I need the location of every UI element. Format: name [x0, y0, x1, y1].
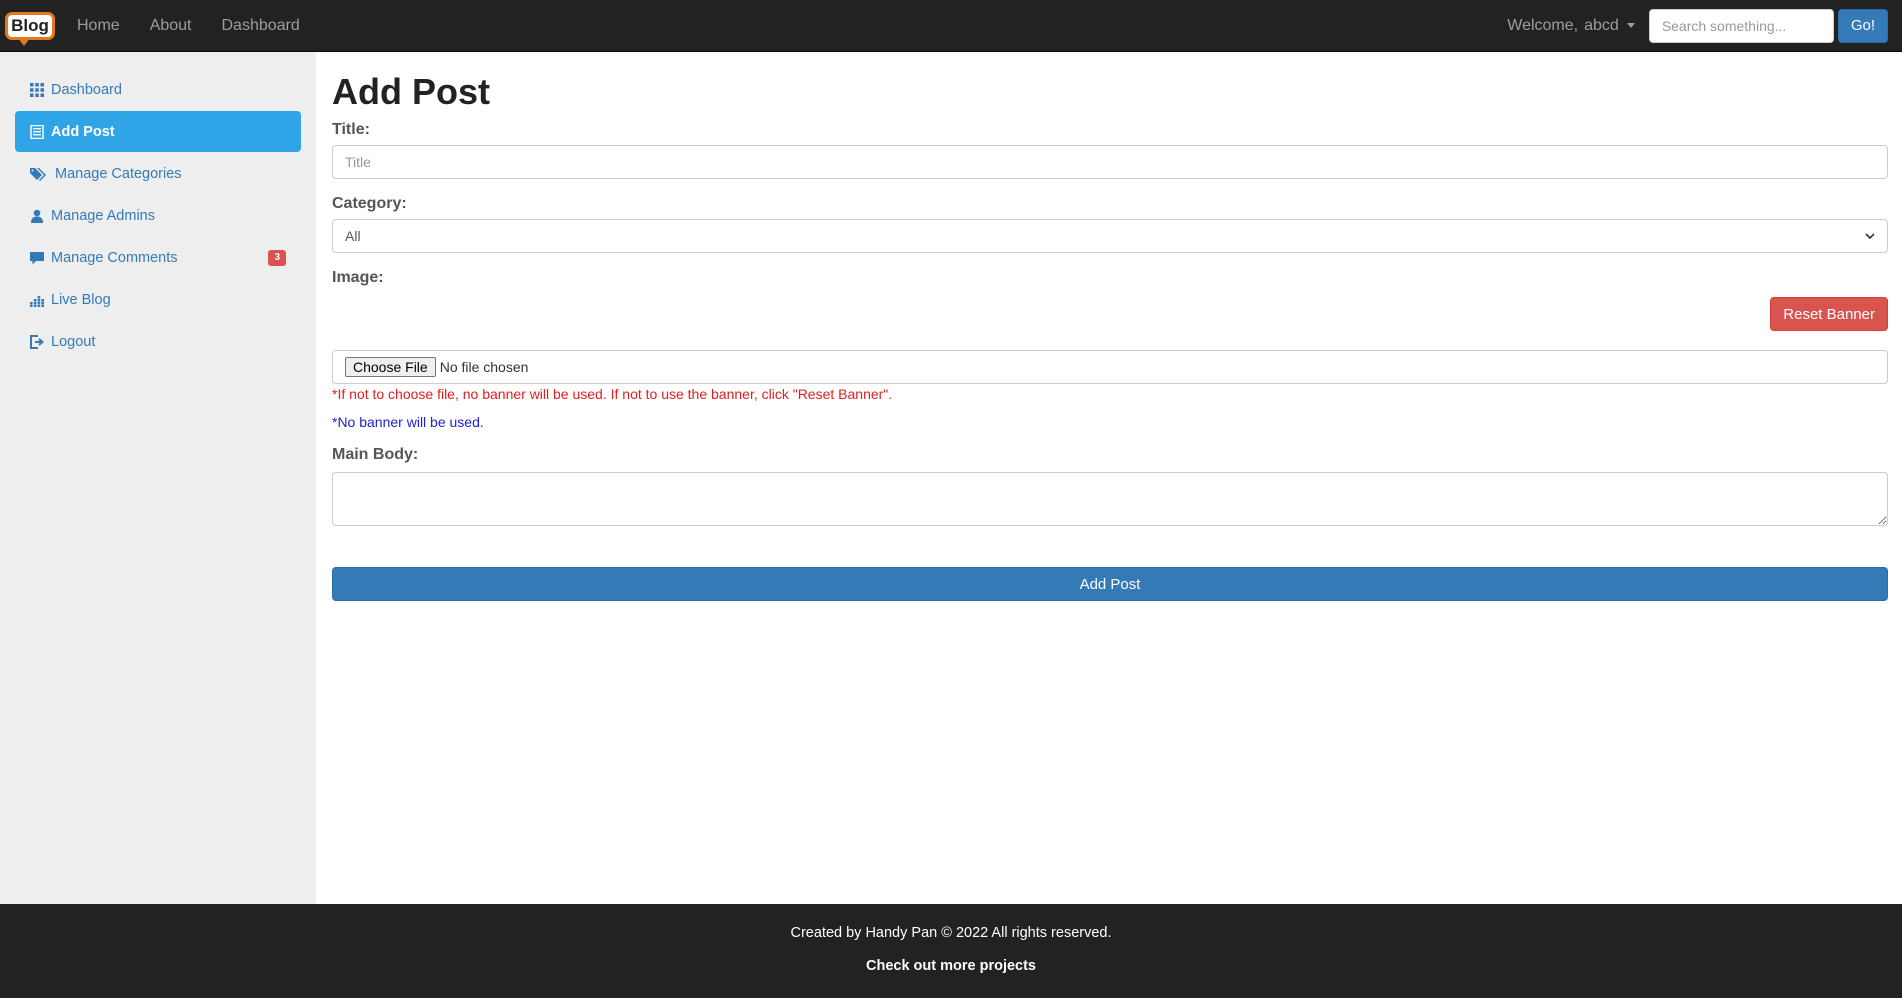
main-content: Add Post Title: Category: All Image: Res… [332, 52, 1888, 601]
footer: Created by Handy Pan © 2022 All rights r… [0, 904, 1902, 998]
nav-link-about[interactable]: About [135, 1, 207, 51]
username: abcd [1584, 16, 1619, 34]
category-label: Category: [332, 195, 407, 212]
comment-icon [30, 251, 44, 265]
welcome-label: Welcome, [1507, 16, 1579, 34]
caret-down-icon [1626, 23, 1635, 28]
user-menu[interactable]: Welcome, abcd [1507, 17, 1635, 35]
footer-projects-link[interactable]: Check out more projects [866, 958, 1036, 974]
sidebar-item-label: Manage Categories [55, 165, 182, 182]
top-navbar: Blog Home About Dashboard Welcome, abcd … [0, 0, 1902, 52]
main-body-label: Main Body: [332, 446, 419, 463]
sidebar-item-manage-admins[interactable]: Manage Admins [15, 195, 301, 236]
search-go-button[interactable]: Go! [1837, 8, 1888, 43]
brand-text: Blog [5, 11, 55, 46]
chevron-down-icon [1865, 228, 1875, 244]
banner-warning-note: *If not to choose file, no banner will b… [332, 386, 893, 402]
list-alt-icon [30, 124, 44, 139]
sidebar-item-label: Logout [51, 333, 96, 350]
equalizer-icon [30, 293, 44, 307]
nav-link-dashboard[interactable]: Dashboard [207, 1, 315, 51]
category-selected-value: All [345, 228, 361, 244]
sidebar-item-label: Add Post [51, 123, 115, 140]
choose-file-button[interactable]: Choose File [345, 357, 436, 377]
grid-icon [30, 82, 44, 97]
file-status-text: No file chosen [439, 359, 529, 375]
brand-logo[interactable]: Blog [5, 6, 55, 46]
nav-right: Welcome, abcd Go! [1507, 0, 1902, 52]
nav-links: Home About Dashboard [62, 1, 315, 51]
sidebar-item-logout[interactable]: Logout [15, 321, 301, 362]
sidebar-item-label: Live Blog [51, 291, 111, 308]
sidebar: Dashboard Add Post Manage Categories Man… [0, 52, 316, 904]
sidebar-item-manage-comments[interactable]: Manage Comments 3 [15, 237, 301, 278]
nav-link-home[interactable]: Home [62, 1, 135, 51]
footer-copyright: Created by Handy Pan © 2022 All rights r… [790, 925, 1112, 941]
main-body-textarea[interactable] [332, 472, 1888, 526]
file-input[interactable]: Choose File No file chosen [332, 350, 1888, 384]
title-label: Title: [332, 121, 370, 138]
user-icon [30, 209, 44, 223]
sidebar-item-manage-categories[interactable]: Manage Categories [15, 153, 301, 194]
comments-count-badge: 3 [268, 250, 286, 266]
reset-row: Reset Banner [332, 297, 1888, 331]
tags-icon [30, 167, 48, 181]
banner-status-note: *No banner will be used. [332, 414, 484, 430]
log-out-icon [30, 334, 44, 349]
sidebar-item-live-blog[interactable]: Live Blog [15, 279, 301, 320]
category-select[interactable]: All [332, 219, 1888, 253]
image-label: Image: [332, 269, 384, 286]
sidebar-item-dashboard[interactable]: Dashboard [15, 69, 301, 110]
title-input[interactable] [332, 145, 1888, 179]
sidebar-item-add-post[interactable]: Add Post [15, 111, 301, 152]
search-input[interactable] [1648, 8, 1834, 43]
page-title: Add Post [332, 71, 490, 112]
sidebar-item-label: Manage Admins [51, 207, 155, 224]
add-post-button[interactable]: Add Post [332, 567, 1888, 601]
sidebar-item-label: Dashboard [51, 81, 122, 98]
reset-banner-button[interactable]: Reset Banner [1770, 297, 1888, 331]
sidebar-item-label: Manage Comments [51, 249, 178, 266]
